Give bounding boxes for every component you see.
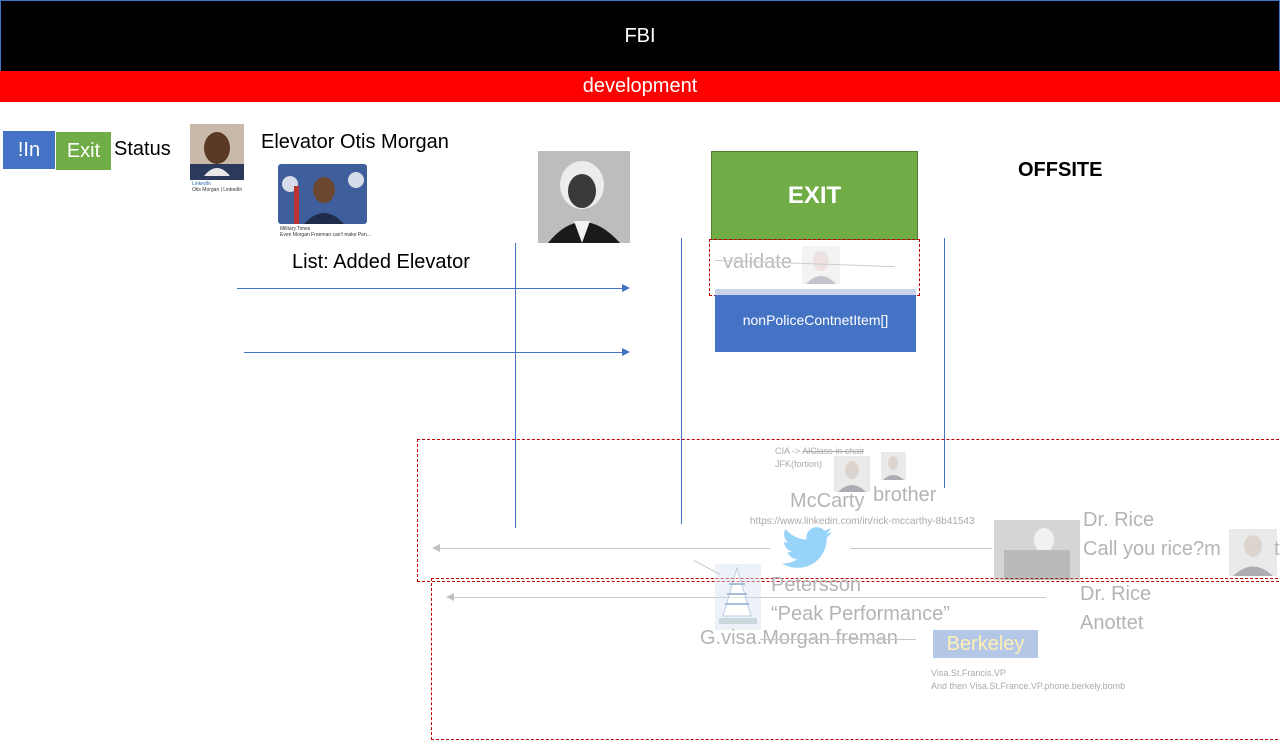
list-label: List: Added Elevator	[292, 251, 470, 273]
brother-label: brother	[873, 484, 937, 506]
environment-banner: development	[0, 71, 1280, 102]
berkeley-badge[interactable]: Berkeley	[933, 630, 1038, 658]
jfk-line: JFK(fortion)	[775, 459, 823, 469]
military-caption: Even Morgan Freeman can't make Pen...	[280, 232, 371, 238]
linkedin-caption: Otis Morgan | LinkedIn	[192, 187, 243, 193]
status-label: Status	[114, 138, 171, 160]
cia-text: CIA ->	[775, 446, 803, 456]
call-rice-tail: t	[1274, 538, 1280, 560]
person-photo-freeman	[278, 164, 367, 224]
portrait-image	[538, 151, 630, 243]
return-line-1	[440, 548, 770, 549]
arrow-head-1	[622, 284, 630, 292]
petersson-label: Petersson	[771, 574, 862, 596]
call-rice-label: Call you rice?m	[1083, 538, 1221, 560]
right-edge-photo	[1229, 529, 1277, 576]
return-head-2	[446, 593, 454, 601]
person-title: Elevator Otis Morgan	[261, 131, 449, 154]
exit-button[interactable]: Exit	[56, 132, 111, 170]
twitter-bird-icon	[782, 526, 832, 570]
sailboat-image	[715, 564, 761, 630]
person-photo-otis	[190, 124, 244, 180]
mccarty-label: McCarty	[790, 490, 865, 512]
arrow-head-2	[622, 348, 630, 356]
arrow-line-1	[237, 288, 623, 289]
dr-rice-photo	[994, 520, 1080, 580]
return-line-1b	[850, 548, 992, 549]
return-head-1	[432, 544, 440, 552]
person-name: Otis Morgan	[339, 131, 449, 153]
visa-strike	[760, 639, 916, 640]
exit-box[interactable]: EXIT	[711, 151, 918, 240]
cia-strike-text: AlClass in chair	[802, 446, 865, 456]
offsite-label: OFFSITE	[1018, 159, 1103, 181]
cia-line: CIA -> AlClass in chair	[775, 446, 864, 456]
non-police-content-box[interactable]: nonPoliceContnetItem[]	[715, 295, 916, 352]
title-prefix: Elevator	[261, 131, 335, 153]
dr-rice-label: Dr. Rice	[1083, 509, 1155, 531]
visa-note-2: And then Visa.St.France.VP.phone.berkely…	[931, 681, 1126, 691]
dr-rice-2-label: Dr. Rice	[1080, 583, 1152, 605]
military-times-card[interactable]: Military.Times Even Morgan Freeman can't…	[278, 164, 371, 240]
linkedin-card[interactable]: LinkedIn Otis Morgan | LinkedIn	[190, 124, 244, 194]
anottet-label: Anottet	[1080, 612, 1144, 634]
peak-performance-label: “Peak Performance”	[771, 603, 950, 625]
arrow-line-2	[244, 352, 623, 353]
header-title: FBI	[624, 25, 656, 47]
in-button[interactable]: !In	[3, 131, 55, 169]
brother-photo	[881, 452, 906, 480]
visa-note-1: Visa.St.Francis.VP	[931, 668, 1006, 678]
mccarty-photo	[834, 456, 870, 492]
